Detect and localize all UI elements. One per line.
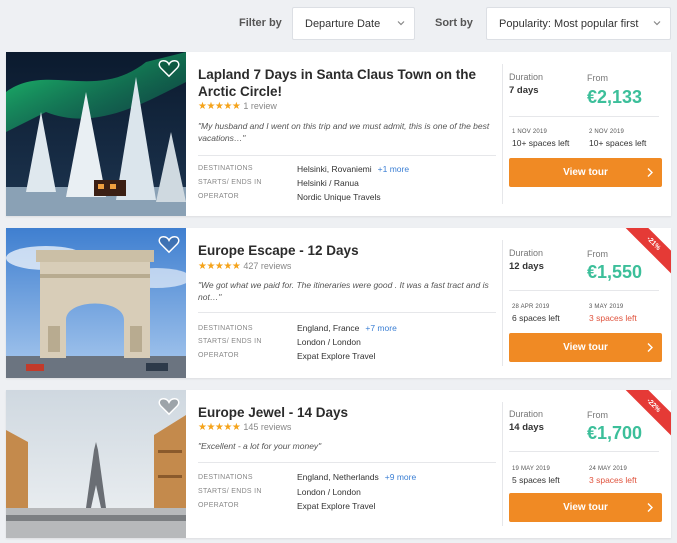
- starts-ends-label: STARTS/ ENDS IN: [198, 338, 262, 345]
- destinations-text: England, France: [297, 323, 360, 333]
- sort-select[interactable]: Popularity: Most popular first: [486, 7, 671, 40]
- heart-icon[interactable]: [158, 396, 180, 416]
- filter-bar: Filter by Departure Date Sort by Popular…: [0, 0, 677, 46]
- sort-value: Popularity: Most popular first: [499, 18, 639, 30]
- tour-title[interactable]: Europe Jewel - 14 Days: [198, 404, 493, 421]
- heart-icon[interactable]: [158, 58, 180, 78]
- departure-date[interactable]: 1 NOV 2019: [512, 129, 547, 135]
- operator-label: OPERATOR: [198, 352, 240, 359]
- sort-label: Sort by: [435, 17, 473, 29]
- chevron-down-icon: [397, 21, 405, 26]
- divider: [509, 451, 659, 452]
- review-count: 145 reviews: [243, 422, 292, 432]
- chevron-right-icon: [647, 503, 653, 512]
- chevron-right-icon: [647, 168, 653, 177]
- destinations-text: Helsinki, Rovaniemi: [297, 164, 372, 174]
- from-label: From: [587, 73, 608, 83]
- review-count: 1 review: [243, 101, 277, 111]
- destinations-more-link[interactable]: +9 more: [385, 472, 416, 482]
- destinations-more-link[interactable]: +7 more: [365, 323, 396, 333]
- starts-ends-label: STARTS/ ENDS IN: [198, 488, 262, 495]
- tour-price: €2,133: [587, 87, 643, 107]
- review-quote: "My husband and I went on this trip and …: [198, 121, 490, 143]
- divider: [502, 240, 503, 366]
- from-label: From: [587, 249, 608, 259]
- spaces-left: 10+ spaces left: [589, 138, 647, 148]
- operator-value: Expat Explore Travel: [297, 501, 376, 511]
- tour-photo[interactable]: [6, 52, 186, 216]
- spaces-left: 3 spaces left: [589, 313, 637, 323]
- chevron-down-icon: [653, 21, 661, 26]
- divider: [198, 312, 496, 313]
- star-rating-icon: ★★★★★: [198, 422, 241, 433]
- review-quote: "Excellent - a lot for your money": [198, 441, 322, 451]
- duration-value: 14 days: [509, 422, 544, 433]
- destinations-value: England, France +7 more: [297, 323, 397, 333]
- starts-ends-value: London / London: [297, 337, 361, 347]
- tour-card[interactable]: Europe Escape - 12 Days ★★★★★ 427 reviews…: [6, 228, 671, 378]
- star-rating-icon: ★★★★★: [198, 101, 241, 112]
- rating[interactable]: ★★★★★ 1 review: [198, 101, 277, 112]
- spaces-left: 3 spaces left: [589, 475, 637, 485]
- duration-value: 12 days: [509, 261, 544, 272]
- tour-photo[interactable]: [6, 228, 186, 378]
- view-tour-button[interactable]: View tour: [509, 493, 662, 522]
- tour-title[interactable]: Europe Escape - 12 Days: [198, 242, 493, 259]
- destinations-label: DESTINATIONS: [198, 325, 253, 332]
- star-rating-icon: ★★★★★: [198, 261, 241, 272]
- divider: [509, 116, 659, 117]
- departure-date[interactable]: 3 MAY 2019: [589, 304, 623, 310]
- heart-icon[interactable]: [158, 234, 180, 254]
- destinations-more-link[interactable]: +1 more: [378, 164, 409, 174]
- departure-date[interactable]: 19 MAY 2019: [512, 466, 550, 472]
- departure-date-value: Departure Date: [305, 18, 381, 30]
- operator-label: OPERATOR: [198, 502, 240, 509]
- starts-ends-value: Helsinki / Ranua: [297, 178, 359, 188]
- tour-card[interactable]: Lapland 7 Days in Santa Claus Town on th…: [6, 52, 671, 216]
- tour-price: €1,550: [587, 262, 643, 282]
- tour-card[interactable]: Europe Jewel - 14 Days ★★★★★ 145 reviews …: [6, 390, 671, 538]
- duration-label: Duration: [509, 409, 544, 419]
- view-tour-label: View tour: [563, 342, 608, 353]
- destinations-value: Helsinki, Rovaniemi +1 more: [297, 164, 409, 174]
- from-label: From: [587, 410, 608, 420]
- destinations-label: DESTINATIONS: [198, 474, 253, 481]
- filter-label: Filter by: [239, 17, 282, 29]
- tour-title[interactable]: Lapland 7 Days in Santa Claus Town on th…: [198, 66, 493, 100]
- duration-label: Duration: [509, 72, 544, 82]
- spaces-left: 5 spaces left: [512, 475, 560, 485]
- divider: [509, 290, 659, 291]
- spaces-left: 10+ spaces left: [512, 138, 570, 148]
- tour-photo[interactable]: [6, 390, 186, 538]
- destinations-text: England, Netherlands: [297, 472, 379, 482]
- tour-price: €1,700: [587, 423, 643, 443]
- view-tour-button[interactable]: View tour: [509, 333, 662, 362]
- divider: [198, 462, 496, 463]
- divider: [502, 402, 503, 526]
- departure-date[interactable]: 28 APR 2019: [512, 304, 550, 310]
- review-count: 427 reviews: [243, 261, 292, 271]
- review-quote: "We got what we paid for. The itinerarie…: [198, 280, 489, 302]
- starts-ends-value: London / London: [297, 487, 361, 497]
- operator-label: OPERATOR: [198, 193, 240, 200]
- departure-date[interactable]: 24 MAY 2019: [589, 466, 627, 472]
- destinations-value: England, Netherlands +9 more: [297, 472, 416, 482]
- view-tour-label: View tour: [563, 167, 608, 178]
- starts-ends-label: STARTS/ ENDS IN: [198, 179, 262, 186]
- chevron-right-icon: [647, 343, 653, 352]
- operator-value: Expat Explore Travel: [297, 351, 376, 361]
- departure-date-select[interactable]: Departure Date: [292, 7, 415, 40]
- divider: [502, 64, 503, 204]
- duration-label: Duration: [509, 248, 544, 258]
- destinations-label: DESTINATIONS: [198, 165, 253, 172]
- view-tour-button[interactable]: View tour: [509, 158, 662, 187]
- operator-value: Nordic Unique Travels: [297, 192, 381, 202]
- rating[interactable]: ★★★★★ 145 reviews: [198, 422, 291, 433]
- departure-date[interactable]: 2 NOV 2019: [589, 129, 624, 135]
- view-tour-label: View tour: [563, 502, 608, 513]
- divider: [198, 155, 496, 156]
- duration-value: 7 days: [509, 85, 539, 96]
- spaces-left: 6 spaces left: [512, 313, 560, 323]
- rating[interactable]: ★★★★★ 427 reviews: [198, 261, 291, 272]
